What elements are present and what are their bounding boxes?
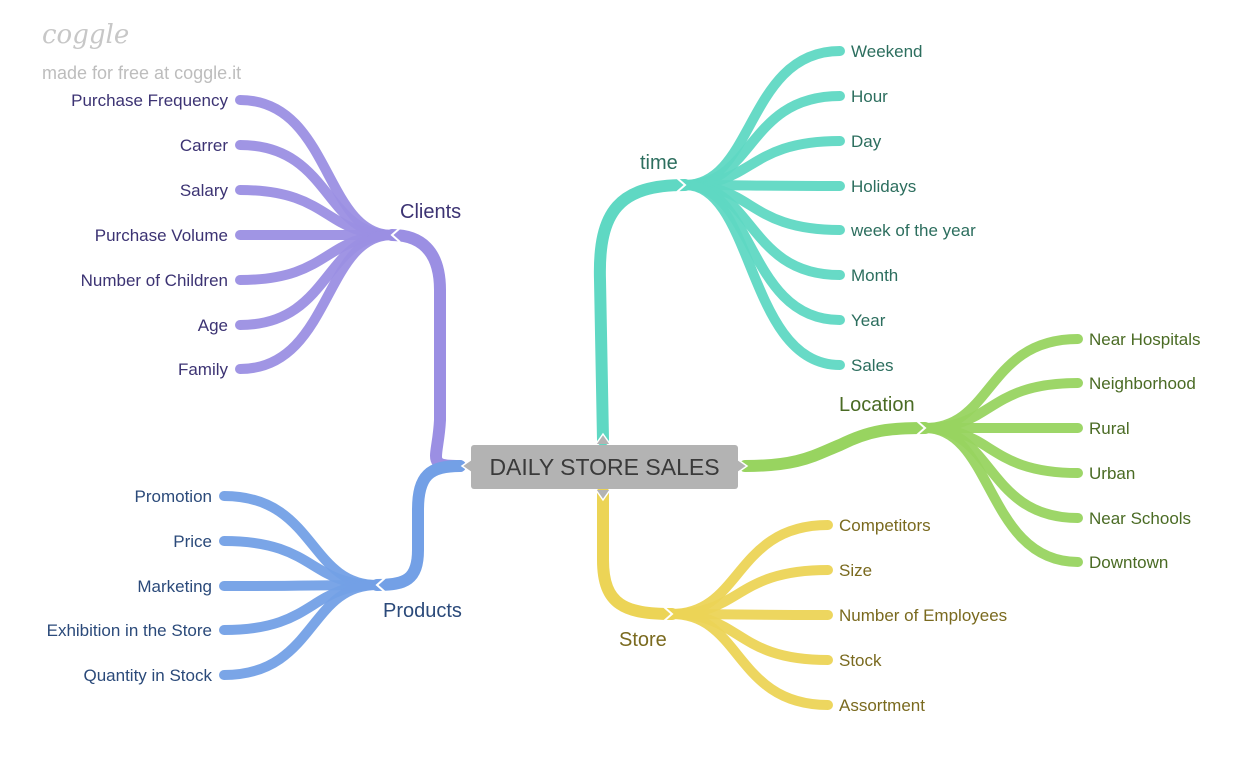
time-leaf-label[interactable]: Hour	[851, 87, 888, 106]
location-leaf-label[interactable]: Near Schools	[1089, 509, 1191, 528]
branch-label-location[interactable]: Location	[839, 394, 915, 416]
location-leaf-label[interactable]: Rural	[1089, 419, 1130, 438]
products-leaf-label[interactable]: Marketing	[137, 577, 212, 596]
store-leaf-label[interactable]: Size	[839, 561, 872, 580]
time-leaf-label[interactable]: Year	[851, 311, 886, 330]
clients-leaf-label[interactable]: Salary	[180, 181, 229, 200]
products-leaf-label[interactable]: Exhibition in the Store	[47, 621, 212, 640]
clients-leaf-connector	[235, 230, 397, 374]
root-node[interactable]: DAILY STORE SALES	[471, 445, 738, 489]
clients-leaf-label[interactable]: Carrer	[180, 136, 229, 155]
products-main-connector	[371, 460, 466, 591]
location-leaf-connector	[920, 423, 1083, 567]
branch-products: Products Promotion Price Marketing Exhibitio…	[47, 460, 466, 685]
location-main-connector	[739, 422, 931, 472]
clients-main-connector	[386, 229, 466, 472]
store-main-connector	[597, 486, 678, 620]
products-leaf-label[interactable]: Price	[173, 532, 212, 551]
location-leaf-connector	[920, 378, 1083, 433]
branch-time: time Weekend Hour Day Holidays week of the ye…	[593, 42, 976, 446]
store-leaf-label[interactable]: Number of Employees	[839, 606, 1007, 625]
branch-store: Store Competitors Size Number of Employees S…	[597, 486, 1007, 715]
time-leaf-label[interactable]: Day	[851, 132, 882, 151]
store-leaf-connector	[667, 565, 833, 619]
location-leaf-label[interactable]: Near Hospitals	[1089, 330, 1201, 349]
branch-label-products[interactable]: Products	[383, 600, 462, 622]
products-leaf-connector	[219, 536, 382, 590]
clients-leaf-label[interactable]: Age	[198, 316, 228, 335]
time-leaf-connector	[680, 46, 845, 190]
location-leaf-label[interactable]: Downtown	[1089, 553, 1168, 572]
branch-clients: Clients Purchase Frequency Carrer Salary Pur…	[71, 91, 466, 472]
clients-leaf-label[interactable]: Family	[178, 360, 229, 379]
products-leaf-label[interactable]: Quantity in Stock	[83, 666, 212, 685]
branch-label-store[interactable]: Store	[619, 629, 667, 651]
coggle-logo: coggle	[42, 20, 130, 50]
time-leaf-label[interactable]: Month	[851, 266, 898, 285]
branch-label-clients[interactable]: Clients	[400, 201, 461, 223]
time-leaf-label[interactable]: Weekend	[851, 42, 923, 61]
location-leaf-label[interactable]: Urban	[1089, 464, 1135, 483]
mind-map-canvas: Clients Purchase Frequency Carrer Salary Pur…	[47, 42, 1201, 715]
store-leaf-label[interactable]: Stock	[839, 651, 882, 670]
products-leaf-label[interactable]: Promotion	[135, 487, 212, 506]
location-leaf-label[interactable]: Neighborhood	[1089, 374, 1196, 393]
time-leaf-label[interactable]: week of the year	[850, 221, 976, 240]
clients-leaf-connector	[235, 95, 397, 240]
made-for-free-link[interactable]: made for free at coggle.it	[42, 63, 241, 84]
branch-label-time[interactable]: time	[640, 152, 678, 174]
clients-leaf-label[interactable]: Purchase Volume	[95, 226, 228, 245]
store-leaf-label[interactable]: Assortment	[839, 696, 925, 715]
clients-leaf-connector	[235, 185, 397, 240]
store-leaf-label[interactable]: Competitors	[839, 516, 931, 535]
time-leaf-label[interactable]: Holidays	[851, 177, 916, 196]
time-leaf-connector	[680, 136, 845, 190]
clients-leaf-label[interactable]: Number of Children	[81, 271, 228, 290]
time-main-connector	[593, 179, 691, 446]
clients-leaf-label[interactable]: Purchase Frequency	[71, 91, 228, 110]
time-leaf-label[interactable]: Sales	[851, 356, 894, 375]
branch-location: Location Near Hospitals Neighborhood Rural U…	[739, 330, 1201, 572]
